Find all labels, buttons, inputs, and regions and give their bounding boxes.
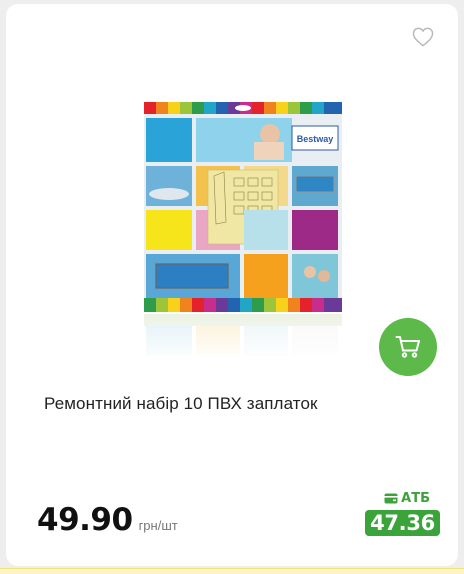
promo-store-label: АТБ — [384, 491, 430, 506]
price-unit: грн/шт — [138, 518, 178, 533]
regular-price: 49.90 грн/шт — [37, 502, 178, 538]
product-title[interactable]: Ремонтний набір 10 ПВХ заплаток — [44, 394, 424, 414]
add-to-cart-button[interactable] — [379, 318, 437, 376]
bottom-divider — [0, 568, 464, 574]
card-wallet-icon — [384, 493, 398, 504]
favorite-button[interactable] — [410, 24, 436, 50]
shopping-cart-icon — [395, 336, 420, 358]
product-image[interactable]: Bestway — [142, 98, 344, 362]
heart-outline-icon — [412, 27, 434, 47]
promo-store-name: АТБ — [401, 491, 430, 506]
product-card[interactable]: Bestway Ремонтний набір 10 ПВХ заплаток … — [6, 4, 458, 566]
promo-price-badge: 47.36 — [365, 510, 440, 536]
brand-logo: Bestway — [297, 134, 334, 144]
price-value: 49.90 — [37, 502, 133, 538]
promo-price-block: АТБ 47.36 — [365, 491, 440, 536]
